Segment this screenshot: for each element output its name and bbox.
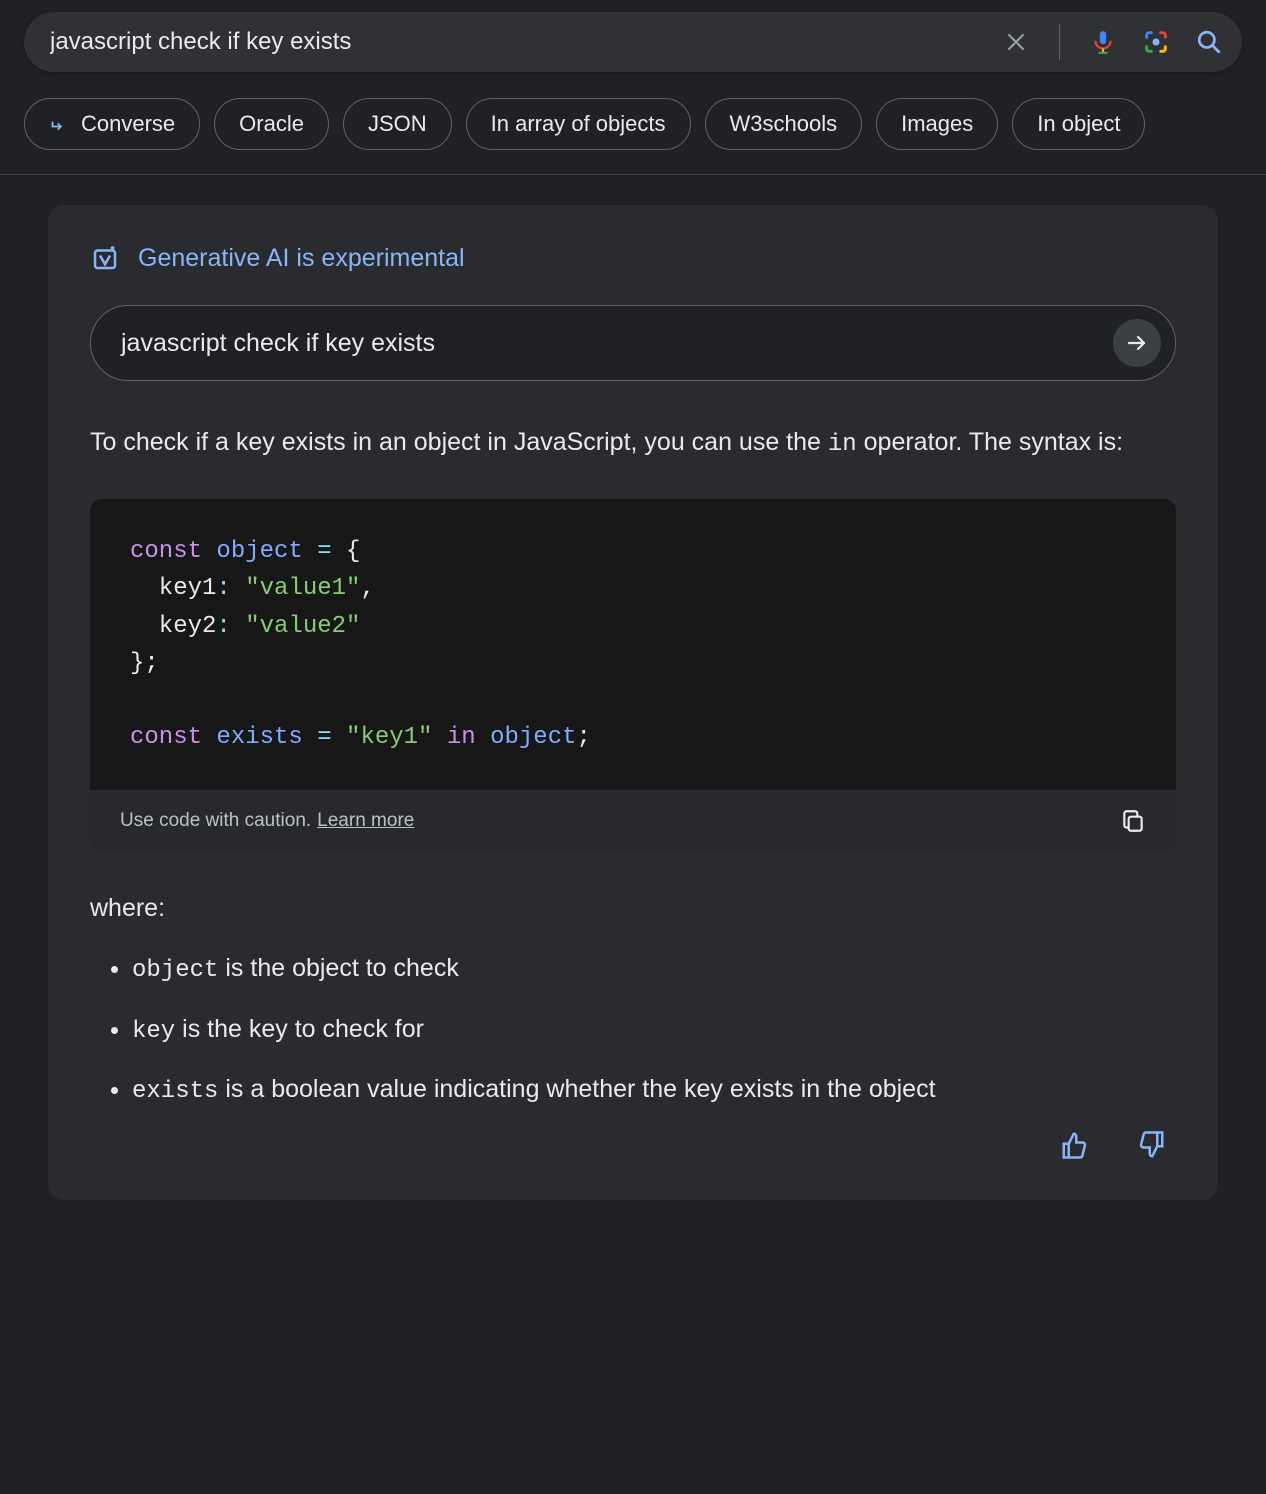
- feedback-row: [90, 1130, 1176, 1160]
- chip-w3schools[interactable]: W3schools: [705, 98, 863, 150]
- code-footer: Use code with caution. Learn more: [90, 790, 1176, 852]
- chip-label: In object: [1037, 111, 1120, 137]
- mic-icon[interactable]: [1090, 27, 1116, 57]
- chip-converse[interactable]: Converse: [24, 98, 200, 150]
- chip-images[interactable]: Images: [876, 98, 998, 150]
- search-bar: [24, 12, 1242, 72]
- ai-query-text: javascript check if key exists: [121, 329, 1113, 358]
- chip-label: W3schools: [730, 111, 838, 137]
- list-item: key is the key to check for: [132, 1010, 1176, 1050]
- chip-label: Converse: [81, 111, 175, 137]
- chip-label: Images: [901, 111, 973, 137]
- chip-label: JSON: [368, 111, 427, 137]
- chip-oracle[interactable]: Oracle: [214, 98, 329, 150]
- thumbs-up-icon[interactable]: [1060, 1130, 1090, 1160]
- search-input[interactable]: [50, 28, 1003, 56]
- chip-json[interactable]: JSON: [343, 98, 452, 150]
- chip-in-object[interactable]: In object: [1012, 98, 1145, 150]
- copy-icon[interactable]: [1120, 808, 1146, 834]
- ai-badge-text: Generative AI is experimental: [138, 244, 465, 273]
- thumbs-down-icon[interactable]: [1136, 1130, 1166, 1160]
- list-item: exists is a boolean value indicating whe…: [132, 1070, 1176, 1110]
- ai-intro-text: To check if a key exists in an object in…: [90, 423, 1176, 463]
- chip-label: Oracle: [239, 111, 304, 137]
- ai-answer-card: Generative AI is experimental javascript…: [48, 205, 1218, 1200]
- learn-more-link[interactable]: Learn more: [317, 810, 414, 832]
- arrow-right-button[interactable]: [1113, 319, 1161, 367]
- clear-icon[interactable]: [1003, 29, 1029, 55]
- separator: [1059, 24, 1060, 60]
- sparkle-icon: [90, 243, 120, 273]
- ai-query-pill: javascript check if key exists: [90, 305, 1176, 381]
- chip-in-array[interactable]: In array of objects: [466, 98, 691, 150]
- bullet-list: object is the object to check key is the…: [90, 949, 1176, 1110]
- code-block: const object = { key1: "value1", key2: "…: [90, 499, 1176, 790]
- lens-icon[interactable]: [1142, 28, 1170, 56]
- search-icon[interactable]: [1196, 29, 1222, 55]
- where-label: where:: [90, 894, 1176, 923]
- list-item: object is the object to check: [132, 949, 1176, 989]
- filter-chips: Converse Oracle JSON In array of objects…: [0, 72, 1266, 175]
- caution-text: Use code with caution.: [120, 810, 311, 832]
- chip-label: In array of objects: [491, 111, 666, 137]
